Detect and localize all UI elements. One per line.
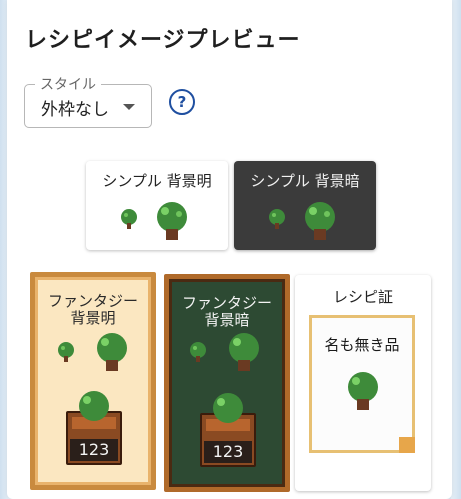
tree-small-icon [121, 209, 137, 229]
count-plate: 123 [204, 441, 252, 463]
count-plate: 123 [70, 439, 118, 461]
style-select-label: スタイル [35, 74, 101, 94]
card-label: シンプル 背景明 [102, 172, 212, 190]
preview-simple-light[interactable]: シンプル 背景明 [86, 161, 228, 250]
card-label: ファンタジー 背景明 [35, 293, 151, 327]
tree-small-icon [58, 342, 74, 362]
tree-large-icon [213, 393, 243, 423]
card-label: シンプル 背景暗 [250, 172, 360, 190]
tree-large-icon [348, 372, 378, 410]
card-label: レシピ証 [332, 288, 393, 306]
card-label-line1: ファンタジー [181, 294, 272, 312]
card-label-line1: ファンタジー [47, 292, 138, 310]
preview-fantasy-light[interactable]: ファンタジー 背景明 123 [30, 272, 156, 490]
corner-ornament [399, 437, 415, 453]
style-select-value: 外枠なし [41, 100, 109, 120]
page-title: レシピイメージプレビュー [25, 28, 301, 53]
tree-large-icon [97, 333, 127, 371]
tree-small-icon [269, 209, 285, 229]
tree-large-icon [305, 202, 335, 240]
preview-fantasy-dark[interactable]: ファンタジー 背景暗 123 [164, 274, 290, 492]
preview-recipe-certificate[interactable]: レシピ証 名も無き品 [295, 275, 431, 491]
card-label-line2: 背景明 [70, 309, 116, 327]
style-select[interactable]: スタイル 外枠なし [24, 74, 152, 128]
recipe-name: 名も無き品 [324, 336, 400, 354]
tree-large-icon [79, 391, 109, 421]
tree-small-icon [190, 342, 206, 362]
card-label-line2: 背景暗 [204, 311, 250, 329]
preview-simple-dark[interactable]: シンプル 背景暗 [234, 161, 376, 250]
tree-large-icon [157, 202, 187, 240]
chevron-down-icon [123, 104, 135, 110]
help-icon[interactable]: ? [169, 89, 195, 115]
tree-large-icon [229, 333, 259, 371]
background-right [451, 0, 461, 499]
certificate-frame: 名も無き品 [309, 315, 415, 453]
card-label: ファンタジー 背景暗 [169, 295, 285, 329]
